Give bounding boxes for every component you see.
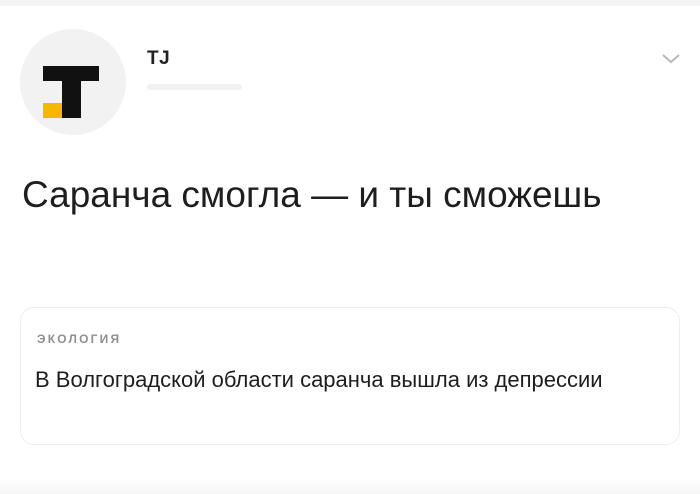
- social-post: TJ Саранча смогла — и ты сможешь ЭКОЛОГИ…: [0, 0, 700, 494]
- article-category: ЭКОЛОГИЯ: [37, 332, 122, 346]
- post-title: Саранча смогла — и ты сможешь: [22, 174, 602, 215]
- linked-article-card[interactable]: ЭКОЛОГИЯ В Волгоградской области саранча…: [20, 307, 680, 445]
- chevron-down-icon[interactable]: [658, 50, 684, 68]
- bottom-edge: [0, 480, 700, 494]
- author-avatar[interactable]: [20, 29, 126, 135]
- author-subtitle-placeholder: [147, 84, 242, 90]
- article-title[interactable]: В Волгоградской области саранча вышла из…: [35, 363, 665, 396]
- tj-logo-icon: [43, 66, 99, 118]
- author-name[interactable]: TJ: [147, 48, 170, 70]
